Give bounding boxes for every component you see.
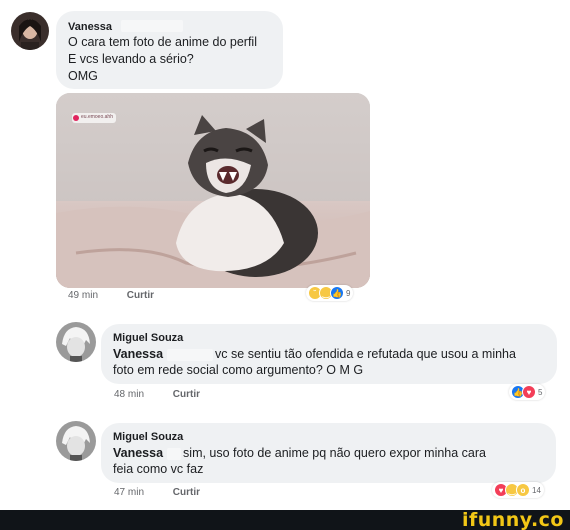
avatar[interactable] xyxy=(11,12,49,50)
avatar[interactable] xyxy=(56,421,96,461)
reply-meta: 48 min Curtir xyxy=(114,389,200,400)
reply-timestamp[interactable]: 47 min xyxy=(114,487,144,498)
comment-author[interactable]: Vanessa xyxy=(68,21,112,33)
redaction xyxy=(167,447,182,460)
comment-meta: 49 min Curtir xyxy=(68,290,154,301)
comment-bubble: Vanessa O cara tem foto de anime do perf… xyxy=(56,11,283,89)
reply-author[interactable]: Miguel Souza xyxy=(113,431,183,443)
reply-text-line: Vanessa vc se sentiu tão ofendida e refut… xyxy=(113,346,516,362)
ifunny-brand-logo: ifunny.co xyxy=(461,509,564,530)
wow-reaction-icon: o xyxy=(516,483,530,497)
mention-link[interactable]: Vanessa xyxy=(113,446,163,460)
reply-author[interactable]: Miguel Souza xyxy=(113,332,183,344)
like-button[interactable]: Curtir xyxy=(127,290,154,301)
redaction xyxy=(167,348,214,361)
comment-text-line: E vcs levando a sério? xyxy=(68,52,194,66)
like-reaction-icon: 👍 xyxy=(330,286,344,300)
reaction-count: 5 xyxy=(538,387,543,397)
reaction-summary[interactable]: ♥ ‿ o 14 xyxy=(492,482,544,498)
watermark-bar: ifunny.co xyxy=(0,509,570,530)
redaction xyxy=(120,19,183,32)
reply-meta: 47 min Curtir xyxy=(114,487,200,498)
comment-timestamp[interactable]: 49 min xyxy=(68,290,98,301)
reaction-count: 14 xyxy=(532,485,541,495)
reply-text: vc se sentiu tão ofendida e refutada que… xyxy=(215,347,516,361)
reply-bubble: Miguel Souza Vanessa sim, uso foto de ani… xyxy=(101,423,556,483)
reply-text-line: feia como vc faz xyxy=(113,462,204,476)
comment-text-line: OMG xyxy=(68,69,98,83)
reply-text: sim, uso foto de anime pq não quero expo… xyxy=(183,446,487,460)
reply-text-line: foto em rede social como argumento? O M … xyxy=(113,363,364,377)
reply-bubble: Miguel Souza Vanessa vc se sentiu tão ofe… xyxy=(101,324,557,384)
reaction-count: 9 xyxy=(346,288,351,298)
reaction-summary[interactable]: 👍 ♥ 5 xyxy=(509,384,546,400)
reaction-summary[interactable]: ˘ ‿ 👍 9 xyxy=(306,285,354,301)
like-button[interactable]: Curtir xyxy=(173,389,200,400)
mention-link[interactable]: Vanessa xyxy=(113,347,163,361)
image-watermark: eu.emoeo.ahh xyxy=(81,114,113,120)
comment-text-line: O cara tem foto de anime do perfil xyxy=(68,35,257,49)
avatar[interactable] xyxy=(56,322,96,362)
comment-image-screaming-cat[interactable]: eu.emoeo.ahh xyxy=(56,93,370,288)
like-button[interactable]: Curtir xyxy=(173,487,200,498)
reply-text-line: Vanessa sim, uso foto de anime pq não que… xyxy=(113,445,486,461)
love-reaction-icon: ♥ xyxy=(522,385,536,399)
reply-timestamp[interactable]: 48 min xyxy=(114,389,144,400)
